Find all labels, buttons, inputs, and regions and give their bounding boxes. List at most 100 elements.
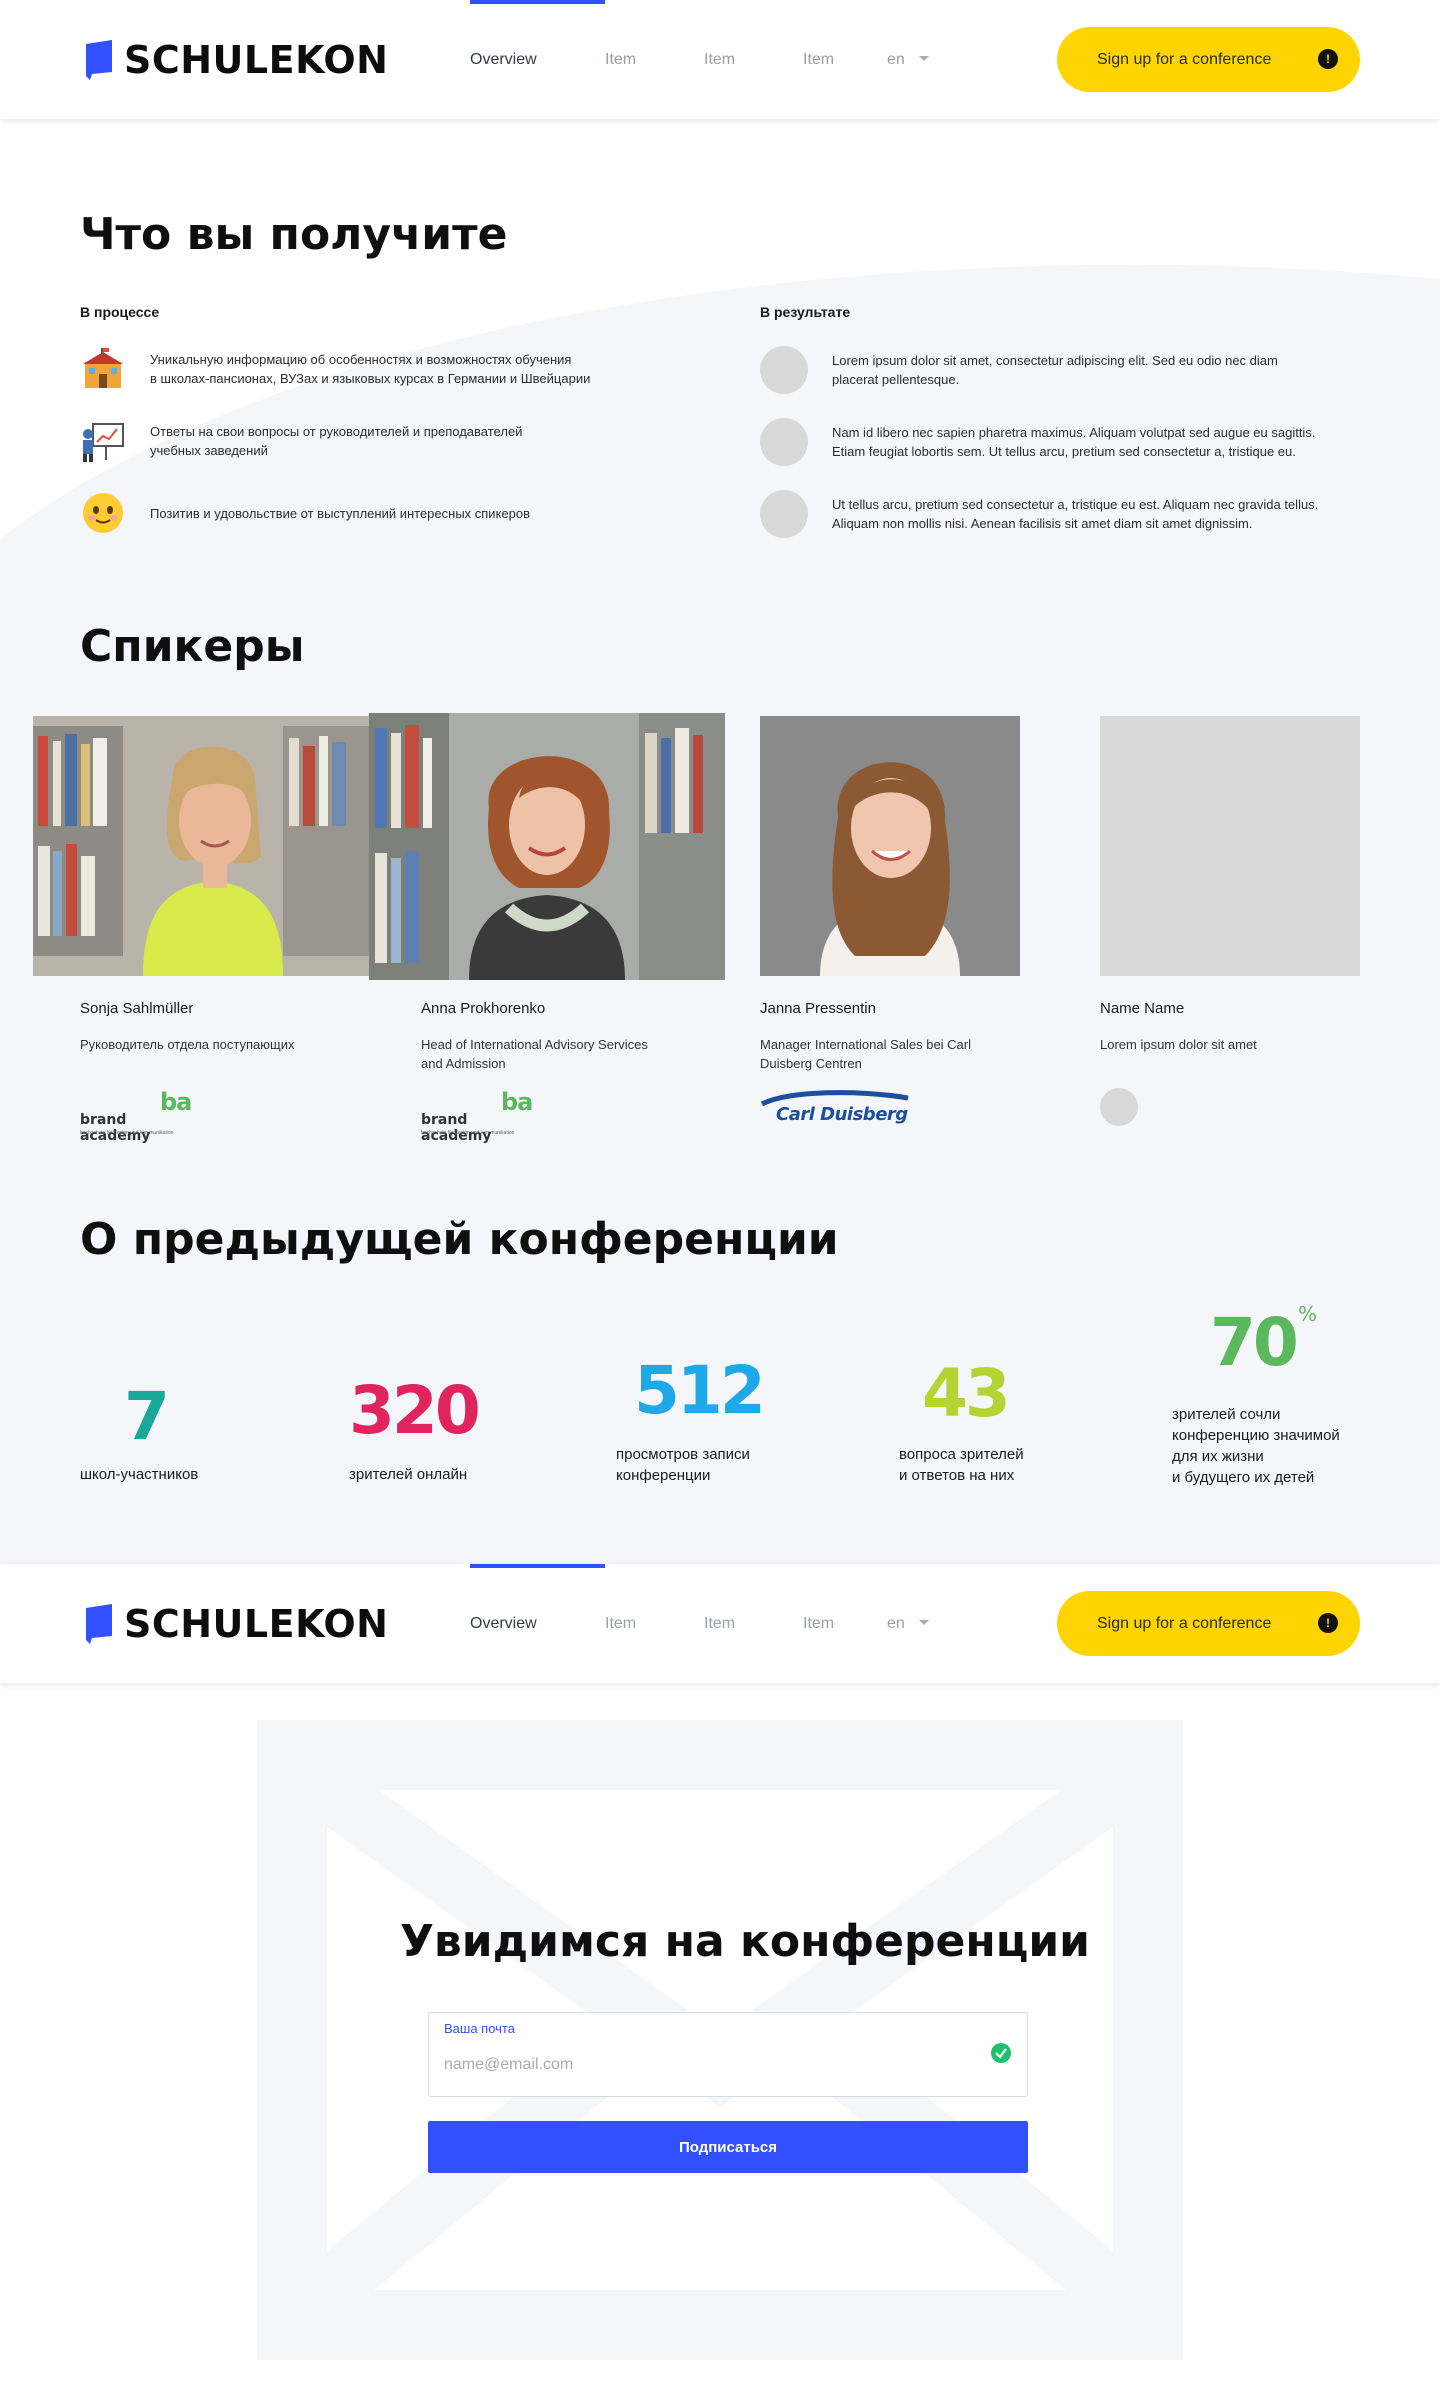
process-item: Уникальную информацию об особенностях и … (80, 346, 590, 392)
alert-icon: ! (1318, 49, 1338, 69)
placeholder-circle-icon (760, 346, 808, 394)
text-line: школ-участников (80, 1466, 199, 1483)
stat-value: 70 (1210, 1304, 1299, 1381)
speaker-role: Manager International Sales bei Carl Dui… (760, 1035, 971, 1073)
text-line: для их жизни (1172, 1448, 1264, 1465)
nav-item-label: Item (605, 1614, 637, 1632)
main-nav: Overview Item Item Item en (470, 0, 929, 119)
checkmark-icon (991, 2043, 1011, 2063)
logo-text: brand academy (80, 1112, 151, 1144)
site-header: SCHULEKON Overview Item Item Item en Sig… (0, 1564, 1440, 1683)
speaker-name: Anna Prokhorenko (421, 1000, 546, 1017)
stat-label: зрителей онлайн (349, 1464, 467, 1485)
chevron-down-icon (918, 1620, 929, 1625)
signup-conference-button[interactable]: Sign up for a conference ! (1057, 1591, 1360, 1656)
result-item: Nam id libero nec sapien pharetra maximu… (760, 418, 1315, 466)
text-line: зрителей сочли (1172, 1406, 1281, 1423)
text-line: Manager International Sales bei Carl (760, 1037, 972, 1052)
stat-value: 7 (124, 1378, 170, 1455)
text-line: в школах-пансионах, ВУЗах и языковых кур… (150, 371, 591, 386)
speakers-title: Спикеры (80, 621, 305, 672)
nav-item-3[interactable]: Item (803, 1564, 887, 1683)
placeholder-circle-icon (760, 490, 808, 538)
text-line: Уникальную информацию об особенностях и … (150, 352, 572, 367)
email-label: Ваша почта (444, 2021, 515, 2036)
subscribe-button[interactable]: Подписаться (428, 2121, 1028, 2173)
stat-label: зрителей сочли конференцию значимой для … (1172, 1404, 1340, 1488)
nav-item-label: Item (803, 50, 835, 68)
language-label: en (887, 50, 905, 68)
brand-academy-logo: ba brand academy hochschule für design u… (421, 1088, 541, 1144)
brand-name: SCHULEKON (124, 38, 389, 82)
stat-label: вопроса зрителей и ответов на них (899, 1444, 1024, 1486)
text-line: вопроса зрителей (899, 1446, 1024, 1463)
result-item-text: Nam id libero nec sapien pharetra maximu… (832, 423, 1315, 461)
nav-item-overview[interactable]: Overview (470, 0, 605, 119)
nav-item-1[interactable]: Item (605, 1564, 704, 1683)
subscribe-title: Увидимся на конференции (400, 1916, 1090, 1967)
nav-item-label: Item (704, 1614, 736, 1632)
signup-button-label: Sign up for a conference (1097, 50, 1272, 68)
speaker-photo (369, 713, 725, 980)
nav-item-label: Item (803, 1614, 835, 1632)
email-field[interactable]: Ваша почта (428, 2012, 1028, 2097)
stat-value: 43 (922, 1355, 1011, 1432)
text-line: Позитив и удовольствие от выступлений ин… (150, 505, 531, 521)
stats-title: О предыдущей конференции (80, 1214, 839, 1265)
text-line: Lorem ipsum dolor sit amet, consectetur … (832, 353, 1278, 368)
process-item-text: Уникальную информацию об особенностях и … (150, 350, 590, 388)
language-select[interactable]: en (887, 0, 929, 119)
text-line: и будущего их детей (1172, 1469, 1315, 1486)
site-header: SCHULEKON Overview Item Item Item en Sig… (0, 0, 1440, 119)
result-item-text: Ut tellus arcu, pretium sed consectetur … (832, 495, 1318, 533)
process-item-text: Позитив и удовольствие от выступлений ин… (150, 504, 530, 523)
stat-value: 320 (349, 1372, 481, 1449)
text-line: просмотров записи (616, 1446, 750, 1463)
signup-conference-button[interactable]: Sign up for a conference ! (1057, 27, 1360, 92)
speaker-name: Name Name (1100, 1000, 1185, 1017)
text-line: конференции (616, 1467, 711, 1484)
smiley-icon (80, 490, 126, 536)
brand-logo[interactable]: SCHULEKON (84, 1602, 388, 1646)
speaker-photo (760, 716, 1020, 976)
text-line: зрителей онлайн (349, 1466, 468, 1483)
nav-item-1[interactable]: Item (605, 0, 704, 119)
main-nav: Overview Item Item Item en (470, 1564, 929, 1683)
text-line: and Admission (421, 1056, 506, 1071)
text-line: placerat pellentesque. (832, 372, 960, 387)
language-label: en (887, 1614, 905, 1632)
text-line: Aliquam non mollis nisi. Aenean facilisi… (832, 516, 1253, 531)
text-line: Ut tellus arcu, pretium sed consectetur … (832, 497, 1319, 512)
text-line: Duisberg Centren (760, 1056, 862, 1071)
result-heading: В результате (760, 304, 851, 320)
nav-item-label: Overview (470, 50, 537, 68)
text-line: Ответы на свои вопросы от руководителей … (150, 424, 523, 439)
nav-item-3[interactable]: Item (803, 0, 887, 119)
text-line: Lorem ipsum dolor sit amet (1100, 1037, 1257, 1052)
stat-label: школ-участников (80, 1464, 198, 1485)
text-line: Nam id libero nec sapien pharetra maximu… (832, 425, 1316, 440)
process-heading: В процессе (80, 304, 160, 320)
result-item: Lorem ipsum dolor sit amet, consectetur … (760, 346, 1278, 394)
email-input[interactable] (444, 2053, 964, 2077)
text-line: Head of International Advisory Services (421, 1037, 648, 1052)
speaker-role: Руководитель отдела поступающих (80, 1035, 295, 1054)
nav-item-label: Item (704, 50, 736, 68)
signup-button-label: Sign up for a conference (1097, 1614, 1272, 1632)
nav-item-overview[interactable]: Overview (470, 1564, 605, 1683)
school-building-icon (80, 346, 126, 392)
result-item: Ut tellus arcu, pretium sed consectetur … (760, 490, 1318, 538)
process-item: Ответы на свои вопросы от руководителей … (80, 418, 522, 464)
brand-name: SCHULEKON (124, 1602, 389, 1646)
language-select[interactable]: en (887, 1564, 929, 1683)
nav-item-label: Item (605, 50, 637, 68)
nav-item-2[interactable]: Item (704, 1564, 803, 1683)
process-item-text: Ответы на свои вопросы от руководителей … (150, 422, 522, 460)
process-item: Позитив и удовольствие от выступлений ин… (80, 490, 530, 536)
stat-value: 512 (634, 1352, 766, 1429)
text-line: учебных заведений (150, 443, 268, 458)
speaker-photo-placeholder (1100, 716, 1360, 976)
logo-mark-icon (84, 40, 114, 80)
brand-logo[interactable]: SCHULEKON (84, 38, 388, 82)
nav-item-2[interactable]: Item (704, 0, 803, 119)
